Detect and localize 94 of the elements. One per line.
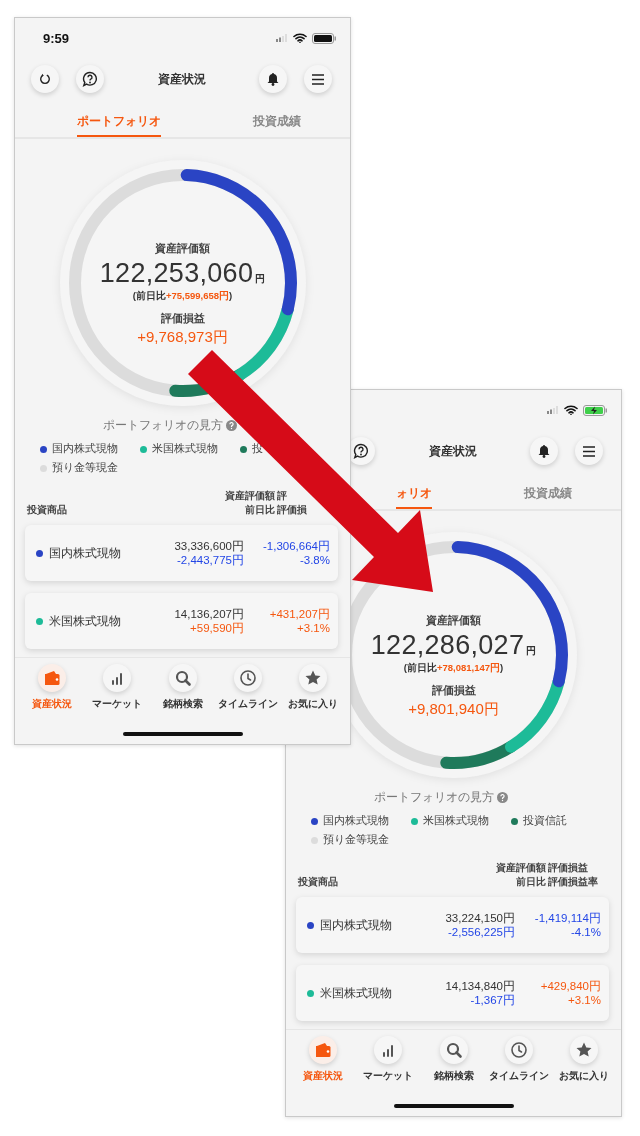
asset-name: 国内株式現物 bbox=[49, 545, 121, 561]
help-icon[interactable] bbox=[226, 419, 237, 431]
column-header: 資産評価額 bbox=[225, 489, 275, 503]
nav-tab[interactable]: マーケット bbox=[355, 1036, 421, 1083]
total-amount: 122,253,060 bbox=[99, 258, 254, 289]
column-header: 評価損 bbox=[277, 503, 307, 517]
profit-loss-rate: +3.1% bbox=[568, 993, 601, 1007]
profit-loss-amount: -1,419,114円 bbox=[534, 911, 601, 925]
profit-loss-total: +9,768,973円 bbox=[137, 328, 228, 347]
currency-unit: 円 bbox=[255, 272, 266, 286]
column-header: 前日比 bbox=[516, 875, 546, 889]
total-label: 資産評価額 bbox=[426, 613, 481, 628]
column-header: 評価損益 bbox=[548, 861, 588, 875]
signal-icon bbox=[276, 34, 288, 42]
day-change-amount: -2,556,225円 bbox=[448, 925, 515, 939]
nav-tab[interactable]: タイムライン bbox=[215, 664, 281, 711]
legend-help-link[interactable]: ポートフォリオの見方 bbox=[374, 789, 494, 805]
refresh-icon bbox=[39, 73, 51, 85]
notification-button[interactable] bbox=[259, 65, 287, 93]
legend-label: 米国株式現物 bbox=[423, 814, 489, 828]
legend-label: 預り金等現金 bbox=[323, 833, 389, 847]
profit-loss-amount: -1,306,664円 bbox=[263, 539, 330, 553]
valuation-amount: 14,134,840円 bbox=[445, 979, 515, 993]
profit-loss-total: +9,801,940円 bbox=[408, 700, 499, 719]
nav-tab[interactable]: タイムライン bbox=[486, 1036, 552, 1083]
legend-help-link[interactable]: ポートフォリオの見方 bbox=[103, 417, 223, 433]
day-change-amount: +59,590円 bbox=[190, 621, 244, 635]
signal-icon bbox=[547, 406, 559, 414]
asset-name: 国内株式現物 bbox=[320, 917, 392, 933]
column-header: 投資商品 bbox=[27, 503, 68, 517]
asset-name: 米国株式現物 bbox=[49, 613, 121, 629]
currency-unit: 円 bbox=[526, 644, 537, 658]
asset-card[interactable]: 国内株式現物 33,224,150円 -2,556,225円 -1,419,114円 -4.1% bbox=[296, 897, 609, 953]
total-label: 資産評価額 bbox=[155, 241, 210, 256]
column-header: 評 bbox=[277, 489, 287, 503]
column-header: 投資商品 bbox=[298, 875, 339, 889]
menu-icon bbox=[583, 445, 595, 457]
profit-loss-label: 評価損益 bbox=[431, 683, 476, 698]
profit-loss-label: 評価損益 bbox=[160, 311, 205, 326]
menu-icon bbox=[312, 73, 324, 85]
asset-card[interactable]: 米国株式現物 14,134,840円 -1,367円 +429,840円 +3.1% bbox=[296, 965, 609, 1021]
nav-tab[interactable]: お気に入り bbox=[551, 1036, 618, 1083]
asset-card[interactable]: 米国株式現物 14,136,207円 +59,590円 +431,207円 +3.1% bbox=[25, 593, 338, 649]
legend-label: 国内株式現物 bbox=[323, 814, 389, 828]
search-icon bbox=[168, 664, 197, 692]
help-button[interactable] bbox=[76, 65, 104, 93]
total-amount: 122,286,027 bbox=[370, 630, 525, 661]
wifi-icon bbox=[564, 405, 578, 415]
legend-label: 米国株式現物 bbox=[152, 442, 218, 456]
legend-label: 投 bbox=[252, 442, 263, 456]
profit-loss-amount: +429,840円 bbox=[540, 979, 601, 993]
valuation-amount: 33,336,600円 bbox=[174, 539, 244, 553]
wallet-icon bbox=[37, 664, 66, 692]
nav-tab[interactable]: お気に入り bbox=[280, 664, 347, 711]
column-header: 前日比 bbox=[245, 503, 275, 517]
bell-icon bbox=[267, 72, 279, 86]
profit-loss-rate: +3.1% bbox=[297, 621, 330, 635]
wallet-icon bbox=[308, 1036, 337, 1064]
legend-label: 投資信託 bbox=[523, 814, 567, 828]
menu-button[interactable] bbox=[304, 65, 332, 93]
day-change-amount: -2,443,775円 bbox=[177, 553, 244, 567]
menu-button[interactable] bbox=[575, 437, 603, 465]
profit-loss-rate: -3.8% bbox=[299, 553, 330, 567]
help-icon bbox=[82, 71, 98, 87]
help-icon[interactable] bbox=[497, 791, 508, 803]
day-change-text: (前日比+75,599,658円) bbox=[132, 290, 233, 303]
nav-tab[interactable]: 銘柄検索 bbox=[149, 664, 216, 711]
help-icon bbox=[353, 443, 369, 459]
bar-chart-icon bbox=[103, 664, 132, 692]
valuation-amount: 14,136,207円 bbox=[174, 607, 244, 621]
nav-tab[interactable]: 銘柄検索 bbox=[420, 1036, 487, 1083]
screen-title: 資産状況 bbox=[427, 442, 478, 460]
screen-title: 資産状況 bbox=[156, 70, 207, 88]
asset-card[interactable]: 国内株式現物 33,336,600円 -2,443,775円 -1,306,664円 -3.8% bbox=[25, 525, 338, 581]
wifi-icon bbox=[293, 33, 307, 43]
notification-button[interactable] bbox=[530, 437, 558, 465]
day-change-amount: -1,367円 bbox=[470, 993, 515, 1007]
clock-icon bbox=[504, 1036, 533, 1064]
legend-label: 国内株式現物 bbox=[52, 442, 118, 456]
bell-icon bbox=[538, 444, 550, 458]
day-change-text: (前日比+78,081,147円) bbox=[403, 662, 504, 675]
status-time: 9:59 bbox=[43, 30, 70, 46]
legend-label: 預り金等現金 bbox=[52, 461, 118, 475]
column-header: 資産評価額 bbox=[496, 861, 546, 875]
column-header: 評価損益率 bbox=[548, 875, 598, 889]
profit-loss-rate: -4.1% bbox=[570, 925, 601, 939]
clock-icon bbox=[233, 664, 262, 692]
profit-loss-amount: +431,207円 bbox=[269, 607, 330, 621]
nav-tab[interactable]: マーケット bbox=[84, 664, 150, 711]
refresh-button[interactable] bbox=[31, 65, 59, 93]
search-icon bbox=[439, 1036, 468, 1064]
bar-chart-icon bbox=[374, 1036, 403, 1064]
asset-name: 米国株式現物 bbox=[320, 985, 392, 1001]
valuation-amount: 33,224,150円 bbox=[445, 911, 515, 925]
